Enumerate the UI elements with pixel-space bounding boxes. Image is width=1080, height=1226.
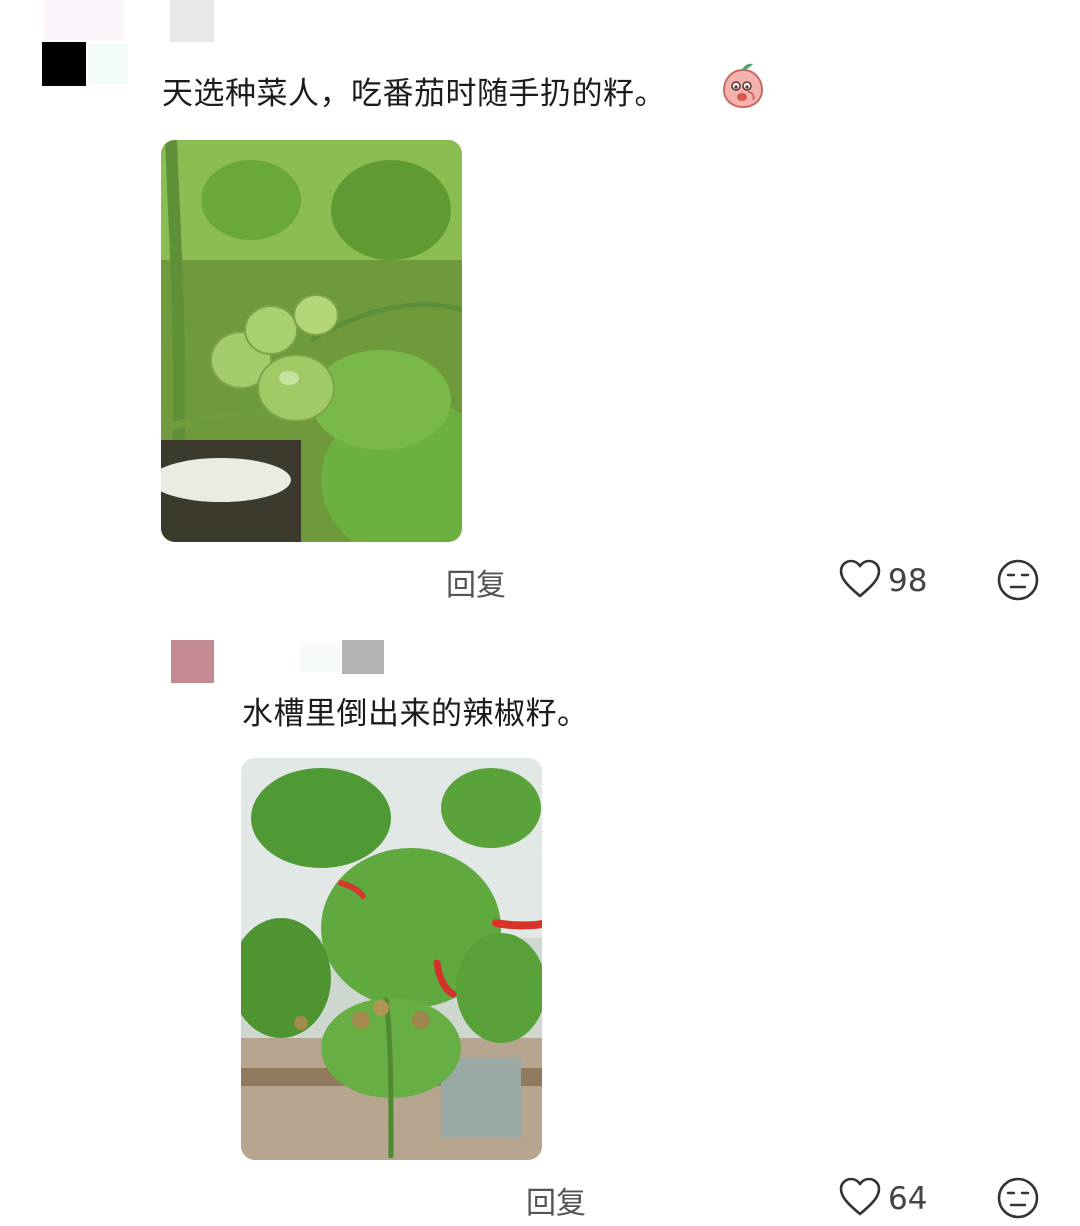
meh-face-icon[interactable]	[996, 558, 1040, 606]
reply-button[interactable]: 回复	[446, 560, 506, 604]
like-button[interactable]: 98	[838, 558, 927, 604]
heart-icon	[838, 558, 882, 604]
reply-button[interactable]: 回复	[526, 1178, 586, 1222]
avatar-blur-halo-right	[88, 44, 128, 84]
comment-text: 水槽里倒出来的辣椒籽。	[242, 696, 589, 732]
chili-plant-photo[interactable]	[241, 758, 542, 1160]
meh-face-icon[interactable]	[996, 1176, 1040, 1224]
username-blurred[interactable]	[170, 0, 214, 42]
username-blurred[interactable]	[342, 640, 384, 674]
like-button[interactable]: 64	[838, 1176, 927, 1222]
avatar-blurred[interactable]	[171, 640, 214, 683]
avatar-blurred[interactable]	[42, 42, 86, 86]
avatar-blur-halo	[44, 0, 124, 40]
like-count: 98	[888, 563, 928, 599]
tomato-plant-photo[interactable]	[161, 140, 462, 542]
comment-text: 天选种菜人，吃番茄时随手扔的籽。	[162, 76, 666, 112]
blushing-peach-emoji-icon	[722, 62, 764, 109]
username-blur-halo	[300, 642, 340, 672]
like-count: 64	[888, 1181, 928, 1217]
heart-icon	[838, 1176, 882, 1222]
